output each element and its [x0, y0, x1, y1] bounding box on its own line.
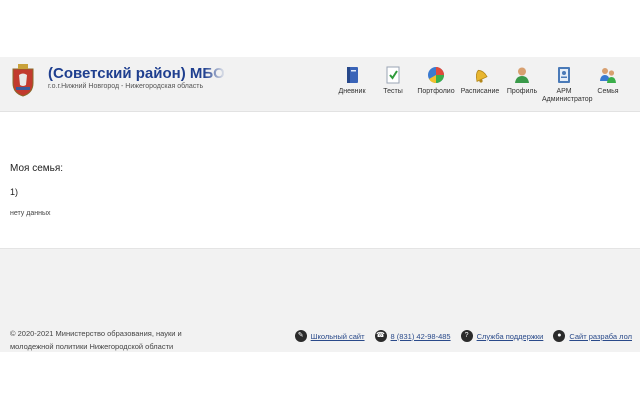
nav-item-portfolio[interactable]: Портфолио	[414, 63, 458, 109]
schedule-bell-icon	[475, 69, 488, 83]
footer-link-label: Школьный сайт	[310, 331, 365, 341]
footer-links: ✎ Школьный сайт ☎ 8 (831) 42-98-485 ? Сл…	[285, 330, 632, 342]
nav-label-admin: АРМ Администратор	[542, 88, 593, 103]
footer-link-school-site[interactable]: ✎ Школьный сайт	[294, 330, 365, 342]
developer-user-icon: ●	[553, 330, 566, 342]
header: (Советский район) МБОУ "Шк г.о.г.Нижний …	[0, 57, 640, 112]
top-blank-area	[0, 0, 640, 57]
family-member-number: 1)	[10, 187, 19, 197]
school-site-icon: ✎	[294, 330, 307, 342]
footer: © 2020-2021 Министерство образования, на…	[0, 248, 640, 352]
footer-link-label: Служба поддержки	[476, 331, 544, 341]
title-fade	[204, 65, 226, 85]
main-content: Моя семья: 1) нету данных	[0, 112, 640, 248]
admin-contacts-icon	[558, 67, 570, 83]
family-empty-text: нету данных	[10, 210, 51, 217]
test-checklist-icon	[386, 66, 400, 84]
nav-label-portfolio: Портфолио	[417, 88, 455, 95]
nav-label-diary: Дневник	[338, 88, 366, 95]
bottom-blank-area	[0, 352, 640, 400]
region-crest-icon	[12, 64, 34, 97]
footer-link-developer[interactable]: ● Сайт разраба лол	[553, 330, 632, 342]
family-heading: Моя семья:	[10, 163, 64, 174]
footer-link-label: Сайт разраба лол	[569, 331, 632, 341]
support-help-icon: ?	[460, 330, 473, 342]
diary-book-icon	[347, 67, 358, 83]
nav-label-tests: Тесты	[383, 88, 403, 95]
nav-label-family: Семья	[597, 88, 619, 95]
portfolio-pie-icon	[428, 67, 444, 84]
nav-label-profile: Профиль	[506, 88, 538, 95]
school-title[interactable]: (Советский район) МБОУ "Шк	[48, 65, 224, 85]
nav-item-diary[interactable]: Дневник	[332, 63, 372, 109]
footer-link-support[interactable]: ? Служба поддержки	[460, 330, 544, 342]
school-subtitle: г.о.г.Нижний Новгород - Нижегородская об…	[48, 83, 204, 90]
footer-link-label: 8 (831) 42-98-485	[390, 331, 451, 341]
main-nav: Дневник Тесты Портфолио Расписание Профи…	[332, 63, 630, 109]
nav-item-profile[interactable]: Профиль	[502, 63, 542, 109]
nav-label-schedule: Расписание	[460, 88, 500, 95]
nav-item-schedule[interactable]: Расписание	[458, 63, 502, 109]
nav-item-tests[interactable]: Тесты	[372, 63, 414, 109]
nav-item-family[interactable]: Семья	[586, 63, 630, 109]
copyright-text: © 2020-2021 Министерство образования, на…	[10, 329, 182, 351]
footer-link-phone[interactable]: ☎ 8 (831) 42-98-485	[374, 330, 451, 342]
nav-item-admin[interactable]: АРМ Администратор	[542, 63, 593, 109]
family-users-icon	[600, 68, 616, 83]
phone-icon: ☎	[374, 330, 387, 342]
profile-user-icon	[515, 67, 529, 83]
